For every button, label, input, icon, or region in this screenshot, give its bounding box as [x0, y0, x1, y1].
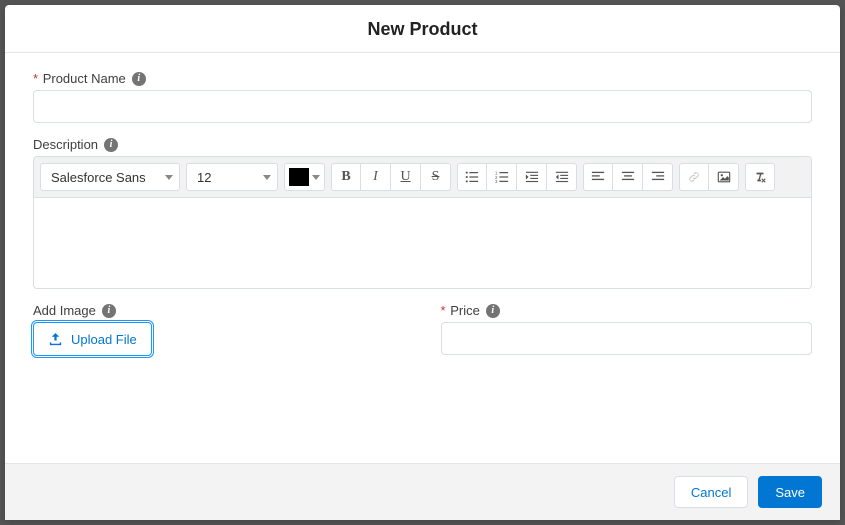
- rte-toolbar: Salesforce Sans 12 B I U: [34, 157, 811, 198]
- description-field: Description i Salesforce Sans 12: [33, 137, 812, 289]
- info-icon[interactable]: i: [104, 138, 118, 152]
- chevron-down-icon: [165, 175, 173, 180]
- font-family-select[interactable]: Salesforce Sans: [40, 163, 180, 191]
- save-button[interactable]: Save: [758, 476, 822, 508]
- image-button[interactable]: [709, 163, 739, 191]
- indent-button[interactable]: [517, 163, 547, 191]
- align-left-button[interactable]: [583, 163, 613, 191]
- rich-text-editor: Salesforce Sans 12 B I U: [33, 156, 812, 289]
- chevron-down-icon: [263, 175, 271, 180]
- modal-title: New Product: [5, 19, 840, 40]
- price-label: * Price i: [441, 303, 813, 318]
- text-color-picker[interactable]: [284, 163, 325, 191]
- bulleted-list-button[interactable]: [457, 163, 487, 191]
- link-button[interactable]: [679, 163, 709, 191]
- add-image-field: Add Image i Upload File: [33, 303, 405, 356]
- new-product-modal: New Product * Product Name i Description…: [5, 5, 840, 520]
- modal-header: New Product: [5, 5, 840, 53]
- chevron-down-icon: [312, 175, 320, 180]
- product-name-label: * Product Name i: [33, 71, 812, 86]
- underline-button[interactable]: U: [391, 163, 421, 191]
- description-label: Description i: [33, 137, 812, 152]
- bold-button[interactable]: B: [331, 163, 361, 191]
- outdent-button[interactable]: [547, 163, 577, 191]
- info-icon[interactable]: i: [102, 304, 116, 318]
- rte-content-area[interactable]: [34, 198, 811, 288]
- strikethrough-button[interactable]: S: [421, 163, 451, 191]
- italic-button[interactable]: I: [361, 163, 391, 191]
- upload-icon: [48, 332, 63, 347]
- align-right-button[interactable]: [643, 163, 673, 191]
- clear-formatting-button[interactable]: [745, 163, 775, 191]
- modal-body: * Product Name i Description i Salesforc…: [5, 53, 840, 463]
- price-field: * Price i: [441, 303, 813, 355]
- numbered-list-button[interactable]: 123: [487, 163, 517, 191]
- info-icon[interactable]: i: [132, 72, 146, 86]
- cancel-button[interactable]: Cancel: [674, 476, 748, 508]
- align-center-button[interactable]: [613, 163, 643, 191]
- upload-file-button[interactable]: Upload File: [33, 322, 152, 356]
- font-size-select[interactable]: 12: [186, 163, 278, 191]
- modal-footer: Cancel Save: [5, 463, 840, 520]
- svg-text:3: 3: [495, 179, 498, 184]
- product-name-input[interactable]: [33, 90, 812, 123]
- product-name-field: * Product Name i: [33, 71, 812, 123]
- info-icon[interactable]: i: [486, 304, 500, 318]
- price-input[interactable]: [441, 322, 813, 355]
- add-image-label: Add Image i: [33, 303, 405, 318]
- color-swatch: [289, 168, 309, 186]
